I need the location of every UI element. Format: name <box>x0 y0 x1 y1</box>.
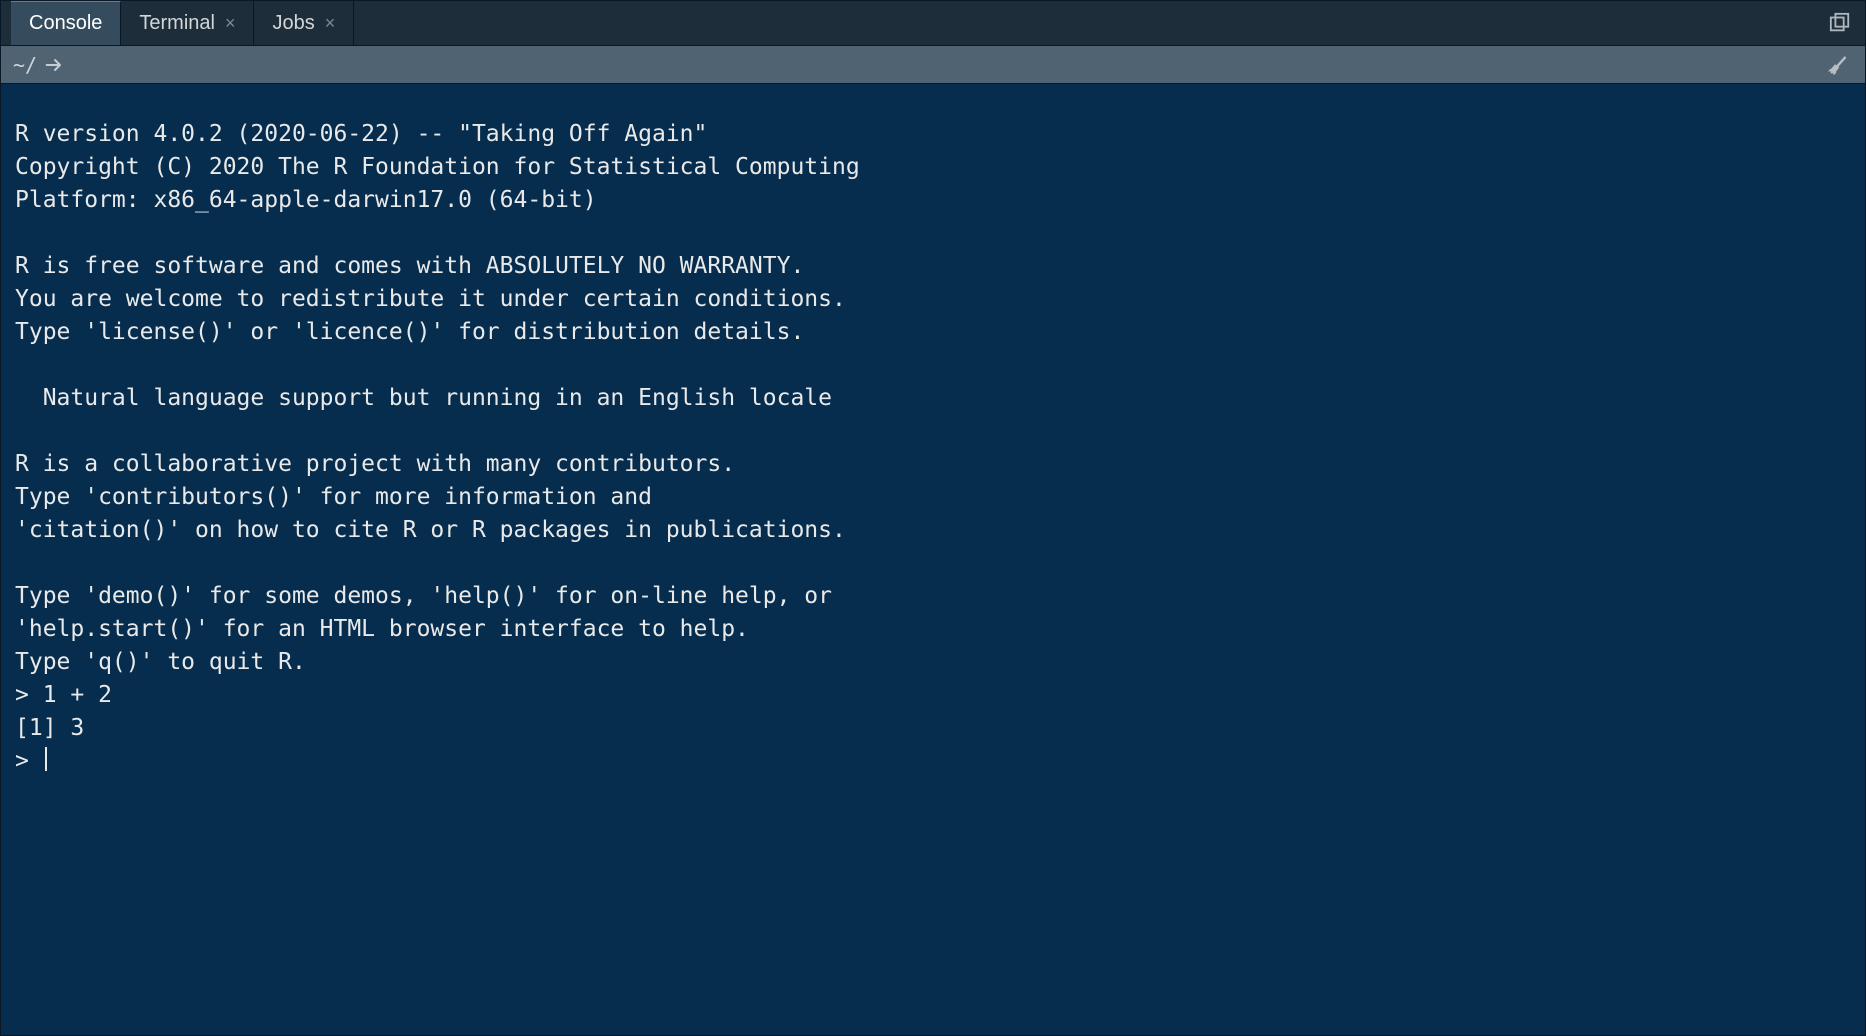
tabstrip-spacer <box>354 1 1815 45</box>
tab-label: Terminal <box>139 12 215 35</box>
console-result: [1] 3 <box>15 712 1851 745</box>
console-toolbar: ~/ <box>1 46 1865 84</box>
console-pane: Console Terminal × Jobs × ~/ <box>0 0 1866 1036</box>
clear-console-icon[interactable] <box>1827 54 1853 76</box>
maximize-pane-icon[interactable] <box>1829 12 1851 34</box>
open-dir-icon[interactable] <box>45 57 65 73</box>
tabstrip-right-controls <box>1815 1 1865 45</box>
console-startup-text: R version 4.0.2 (2020-06-22) -- "Taking … <box>15 118 1851 679</box>
tab-jobs[interactable]: Jobs × <box>254 1 354 45</box>
tab-label: Console <box>29 12 102 35</box>
console-prompt[interactable]: > <box>15 745 1851 778</box>
tab-label: Jobs <box>272 12 314 35</box>
console-output[interactable]: R version 4.0.2 (2020-06-22) -- "Taking … <box>1 84 1865 1035</box>
close-icon[interactable]: × <box>325 14 336 32</box>
text-cursor <box>45 747 47 771</box>
console-user-input: > 1 + 2 <box>15 679 1851 712</box>
tab-console[interactable]: Console <box>11 1 121 45</box>
tab-terminal[interactable]: Terminal × <box>121 1 254 45</box>
pane-tabstrip: Console Terminal × Jobs × <box>1 1 1865 46</box>
close-icon[interactable]: × <box>225 14 236 32</box>
prompt-text: > <box>15 748 43 774</box>
working-directory[interactable]: ~/ <box>13 53 37 77</box>
